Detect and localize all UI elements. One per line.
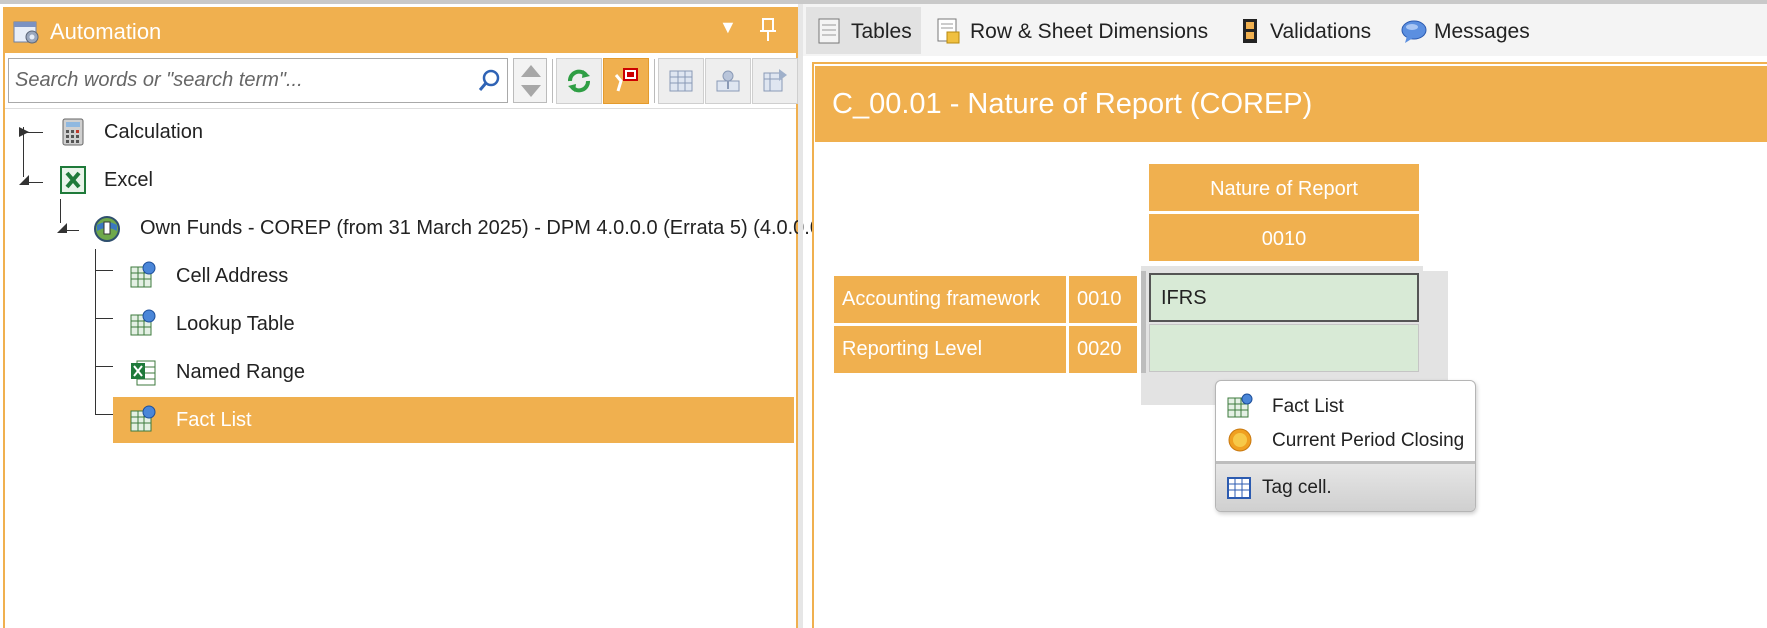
tree-node-label: Named Range <box>176 361 305 383</box>
toolbar-separator <box>552 59 553 103</box>
search-input[interactable] <box>15 65 465 95</box>
export-button[interactable] <box>752 58 798 104</box>
menu-item-label: Current Period Closing <box>1272 430 1465 451</box>
column-header-label: Nature of Report <box>1210 178 1358 200</box>
highlight-icon <box>614 68 638 92</box>
data-cell-0020-0010[interactable] <box>1149 324 1419 372</box>
row-code-cell: 0020 <box>1069 326 1137 373</box>
tree-node-fact-list[interactable]: Fact List <box>113 397 794 443</box>
tables-icon <box>818 18 840 44</box>
calculator-icon <box>62 118 84 146</box>
cell-context-menu: Fact List Current Period Closing Tag cel… <box>1215 380 1476 512</box>
tab-tables[interactable]: Tables <box>806 7 921 54</box>
toolbar-separator <box>654 59 655 103</box>
tree-line <box>27 182 43 183</box>
cell-value: IFRS <box>1161 287 1207 309</box>
fact-list-icon <box>130 309 156 336</box>
excel-icon <box>60 166 86 194</box>
tree-line <box>95 249 96 414</box>
export-icon <box>763 69 787 92</box>
map-icon <box>716 70 740 92</box>
search-nav-spinner <box>513 58 547 103</box>
table-view-button[interactable] <box>658 58 704 104</box>
automation-pane: Automation ▼ Search words or "search ter… <box>3 7 828 628</box>
tree-node-excel[interactable]: Excel <box>5 157 796 203</box>
row-label: Accounting framework <box>842 288 1040 310</box>
search-box <box>8 58 508 103</box>
dimensions-icon <box>937 18 960 44</box>
excel-range-icon <box>131 360 156 386</box>
tree-node-label: Lookup Table <box>176 313 295 335</box>
tree-line <box>95 270 113 271</box>
row-code: 0010 <box>1077 288 1122 310</box>
column-code: 0010 <box>1261 228 1307 250</box>
tree-node-calculation[interactable]: Calculation <box>5 109 796 155</box>
tree-node-label: Excel <box>104 169 153 191</box>
fact-list-icon <box>130 261 156 288</box>
tab-validations[interactable]: Validations <box>1227 7 1387 54</box>
data-cell-0010-0010[interactable]: IFRS <box>1149 273 1419 322</box>
fact-list-icon <box>130 405 156 432</box>
menu-item-tag-cell[interactable]: Tag cell. <box>1216 464 1475 511</box>
map-button[interactable] <box>705 58 751 104</box>
tree-line <box>95 318 113 319</box>
tree-node-package[interactable]: Own Funds - COREP (from 31 March 2025) -… <box>5 205 828 251</box>
tree-node-cell-address[interactable]: Cell Address <box>113 253 796 299</box>
tab-label: Row & Sheet Dimensions <box>970 20 1209 43</box>
menu-item-label: Tag cell. <box>1262 477 1332 498</box>
sun-icon <box>1228 428 1252 452</box>
menu-item-fact-list[interactable]: Fact List <box>1216 389 1475 423</box>
grid-icon <box>1227 477 1251 499</box>
tree-node-label: Calculation <box>104 121 203 143</box>
tree-line <box>65 230 79 231</box>
column-code-header: 0010 <box>1149 214 1419 261</box>
column-header: Nature of Report <box>1149 164 1419 211</box>
table-grid-icon <box>669 70 693 92</box>
menu-item-current-period-closing[interactable]: Current Period Closing <box>1216 423 1475 457</box>
tree-node-lookup-table[interactable]: Lookup Table <box>113 301 796 347</box>
report-title-bar: C_00.01 - Nature of Report (COREP) <box>815 66 1767 142</box>
tree-line <box>95 414 113 415</box>
row-divider <box>1141 271 1146 373</box>
tab-label: Tables <box>851 20 912 43</box>
refresh-icon <box>568 69 590 93</box>
tree-node-label: Cell Address <box>176 265 289 287</box>
automation-icon <box>13 21 39 44</box>
search-icon[interactable] <box>477 68 501 94</box>
report-title: C_00.01 - Nature of Report (COREP) <box>832 88 1313 120</box>
tree-line <box>95 366 113 367</box>
chevron-down-icon[interactable]: ▼ <box>719 17 737 38</box>
tree-line <box>27 132 43 133</box>
menu-item-label: Fact List <box>1272 396 1344 417</box>
tab-strip: Tables Row & Sheet Dimensions Validation… <box>803 4 1767 56</box>
pane-title: Automation <box>50 19 162 44</box>
tree-node-label: Own Funds - COREP (from 31 March 2025) -… <box>140 217 828 239</box>
tree-node-label: Fact List <box>176 409 252 431</box>
messages-icon <box>1401 20 1427 43</box>
row-header: Accounting framework <box>834 276 1066 323</box>
expanded-arrow-icon[interactable] <box>17 173 31 187</box>
arrow-down-icon[interactable] <box>519 83 543 99</box>
row-label: Reporting Level <box>842 338 983 360</box>
tab-messages[interactable]: Messages <box>1391 7 1541 54</box>
globe-icon <box>94 216 120 242</box>
tab-row-sheet-dimensions[interactable]: Row & Sheet Dimensions <box>925 7 1221 54</box>
pane-toolbar <box>5 53 798 109</box>
tree-node-named-range[interactable]: Named Range <box>113 349 796 395</box>
pin-icon[interactable] <box>757 17 779 43</box>
tab-label: Validations <box>1270 20 1372 43</box>
arrow-up-icon[interactable] <box>519 63 543 79</box>
row-code: 0020 <box>1077 338 1122 360</box>
validations-icon <box>1243 19 1257 43</box>
highlight-toggle-button[interactable] <box>603 58 649 104</box>
tab-label: Messages <box>1434 20 1530 43</box>
fact-list-icon <box>1227 393 1253 418</box>
pane-title-bar: Automation ▼ <box>5 9 796 53</box>
expanded-arrow-icon[interactable] <box>55 221 69 235</box>
row-header: Reporting Level <box>834 326 1066 373</box>
row-code-cell: 0010 <box>1069 276 1137 323</box>
pane-splitter[interactable] <box>798 4 803 628</box>
refresh-button[interactable] <box>556 58 602 104</box>
